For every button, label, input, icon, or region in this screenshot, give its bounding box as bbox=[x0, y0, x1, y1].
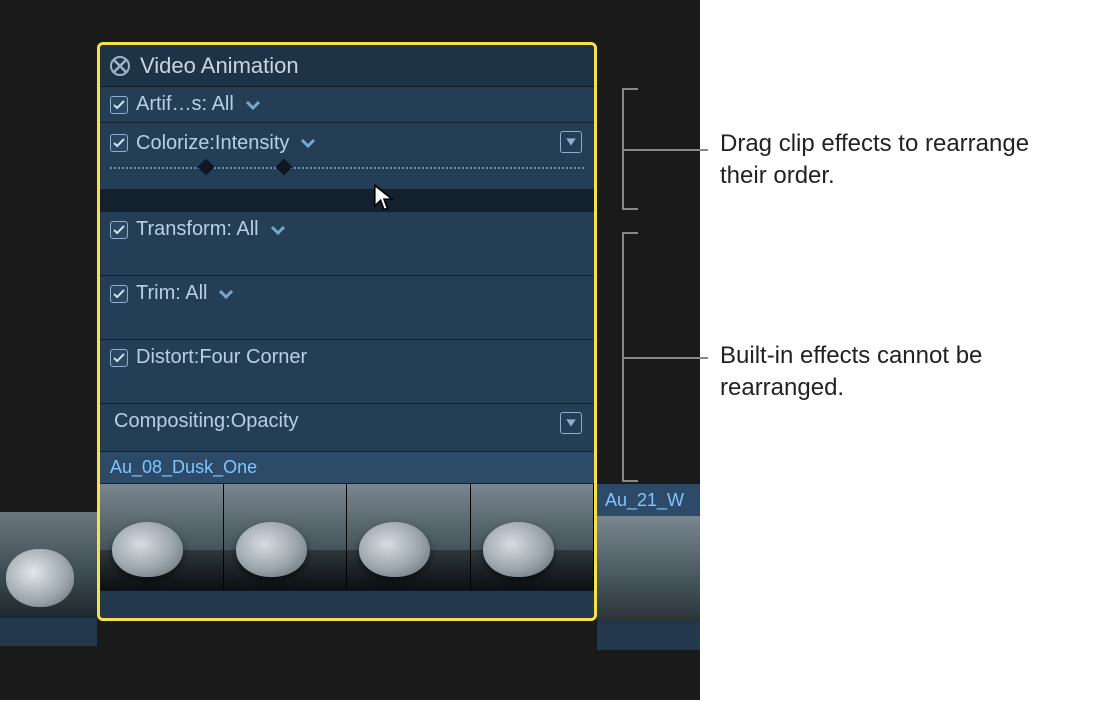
timeline-clip-left-neighbor[interactable] bbox=[0, 512, 97, 668]
callout-lead-line bbox=[622, 149, 708, 151]
clip-thumbnail bbox=[597, 516, 700, 622]
callout-text-builtin: Built-in effects cannot be rearranged. bbox=[720, 340, 1060, 405]
chevron-down-icon[interactable] bbox=[217, 285, 235, 303]
clip-thumbnail-filmstrip[interactable] bbox=[100, 484, 594, 590]
panel-title: Video Animation bbox=[140, 53, 299, 79]
effect-enable-checkbox[interactable] bbox=[110, 221, 128, 239]
effect-enable-checkbox[interactable] bbox=[110, 134, 128, 152]
clip-audio-waveform bbox=[0, 618, 97, 646]
effect-label: Trim: All bbox=[136, 282, 207, 305]
effect-row-distort[interactable]: Distort:Four Corner bbox=[100, 340, 594, 404]
clip-name-label: Au_08_Dusk_One bbox=[110, 457, 257, 478]
chevron-down-icon[interactable] bbox=[299, 134, 317, 152]
effect-row-artifacts[interactable]: Artif…s: All bbox=[100, 87, 594, 123]
keyframe-marker[interactable] bbox=[276, 159, 293, 176]
clip-audio-waveform bbox=[597, 622, 700, 650]
timeline-clip-right-neighbor[interactable]: Au_21_W bbox=[597, 484, 700, 668]
cursor-arrow-icon bbox=[372, 183, 396, 218]
callout-text-drag: Drag clip effects to rearrange their ord… bbox=[720, 128, 1060, 193]
chevron-down-icon[interactable] bbox=[269, 221, 287, 239]
chevron-down-icon[interactable] bbox=[244, 96, 262, 114]
video-animation-panel: Video Animation Artif…s: All Colorize:In… bbox=[97, 42, 597, 621]
clip-audio-waveform[interactable] bbox=[100, 590, 594, 618]
clip-name-label: Au_21_W bbox=[597, 484, 700, 516]
clip-thumbnail-frame bbox=[224, 484, 348, 590]
effect-enable-checkbox[interactable] bbox=[110, 349, 128, 367]
effect-enable-checkbox[interactable] bbox=[110, 285, 128, 303]
effect-label: Artif…s: All bbox=[136, 93, 234, 116]
clip-thumbnail-frame bbox=[471, 484, 595, 590]
effect-row-trim[interactable]: Trim: All bbox=[100, 276, 594, 340]
clip-thumbnail bbox=[0, 512, 97, 618]
panel-header: Video Animation bbox=[100, 45, 594, 87]
keyframe-strip[interactable] bbox=[110, 161, 584, 187]
effect-row-colorize[interactable]: Colorize:Intensity bbox=[100, 123, 594, 190]
clip-name-bar[interactable]: Au_08_Dusk_One bbox=[100, 452, 594, 484]
section-divider bbox=[100, 190, 594, 212]
effect-label: Distort:Four Corner bbox=[136, 346, 307, 369]
effect-label: Transform: All bbox=[136, 218, 259, 241]
effect-row-transform[interactable]: Transform: All bbox=[100, 212, 594, 276]
keyframe-marker[interactable] bbox=[198, 159, 215, 176]
keyframe-dotted-line bbox=[110, 167, 584, 169]
disclosure-triangle-icon[interactable] bbox=[560, 412, 582, 434]
disclosure-triangle-icon[interactable] bbox=[560, 131, 582, 153]
effect-row-compositing[interactable]: Compositing:Opacity bbox=[100, 404, 594, 452]
close-icon[interactable] bbox=[110, 56, 130, 76]
effect-label: Colorize:Intensity bbox=[136, 132, 289, 155]
clip-thumbnail-frame bbox=[100, 484, 224, 590]
effect-enable-checkbox[interactable] bbox=[110, 96, 128, 114]
clip-thumbnail-frame bbox=[347, 484, 471, 590]
effect-label: Compositing:Opacity bbox=[114, 410, 299, 433]
callout-lead-line bbox=[622, 357, 708, 359]
